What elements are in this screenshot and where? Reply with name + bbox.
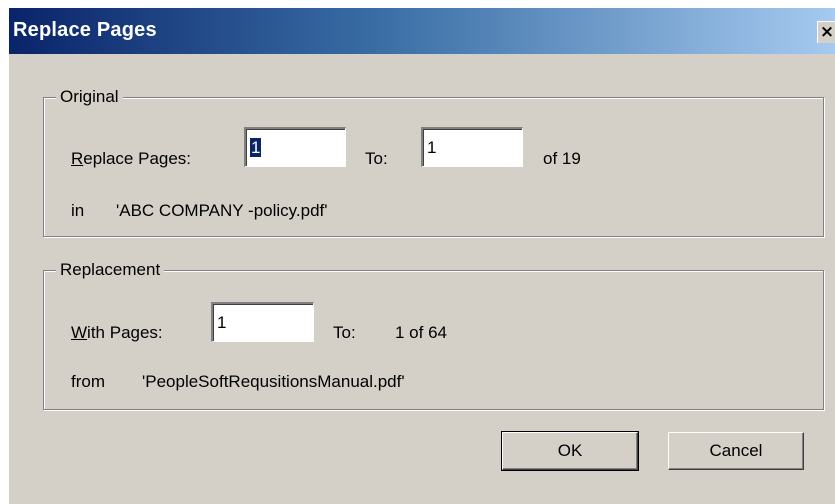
original-to-label: To: bbox=[365, 149, 388, 168]
original-legend: Original bbox=[56, 87, 123, 107]
replacement-to-label: To: bbox=[333, 323, 356, 342]
original-of-total: of 19 bbox=[543, 149, 581, 168]
replacement-to-value: 1 of 64 bbox=[395, 323, 447, 342]
close-icon[interactable]: × bbox=[817, 21, 835, 43]
original-in-label: in bbox=[71, 201, 85, 220]
replace-pages-label-accel: R bbox=[71, 149, 84, 168]
replacement-from-label: from bbox=[71, 372, 105, 391]
replace-from-input[interactable]: 1 bbox=[244, 127, 346, 167]
with-pages-label-rest: ith Pages: bbox=[87, 323, 163, 342]
ok-button[interactable]: OK bbox=[501, 431, 639, 471]
with-from-value: 1 bbox=[217, 313, 227, 332]
replace-from-value: 1 bbox=[250, 138, 262, 157]
cancel-button[interactable]: Cancel bbox=[668, 432, 804, 470]
replacement-legend: Replacement bbox=[56, 260, 165, 280]
replace-pages-dialog: Replace Pages × Original Replace Pages: … bbox=[8, 8, 835, 504]
with-pages-label-accel: W bbox=[71, 323, 88, 342]
title-bar[interactable]: Replace Pages × bbox=[9, 8, 835, 54]
original-file-name: 'ABC COMPANY -policy.pdf' bbox=[116, 201, 328, 220]
replacement-file-name: 'PeopleSoftRequsitionsManual.pdf' bbox=[142, 372, 405, 391]
replace-pages-label: Replace Pages: bbox=[71, 149, 191, 169]
replace-pages-label-rest: eplace Pages: bbox=[83, 149, 192, 168]
with-from-input[interactable]: 1 bbox=[211, 302, 314, 342]
replace-to-value: 1 bbox=[427, 138, 437, 157]
with-pages-label: With Pages: bbox=[71, 323, 163, 343]
replace-to-input[interactable]: 1 bbox=[421, 127, 523, 167]
dialog-title: Replace Pages bbox=[13, 19, 157, 41]
